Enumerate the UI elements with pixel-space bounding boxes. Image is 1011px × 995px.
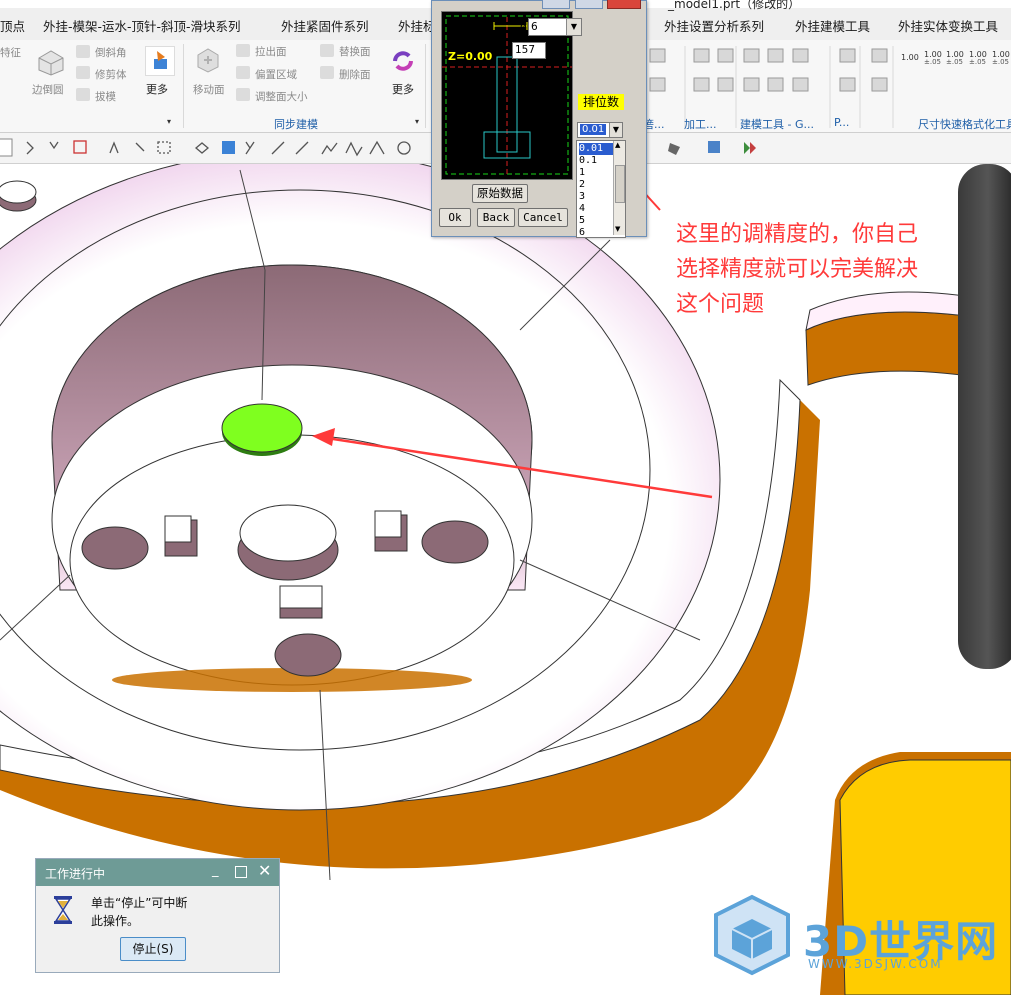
group-label-modeling-tools: 建模工具 - G... [740,118,814,131]
more-features-label[interactable]: 更多 [146,81,168,97]
chevron-down-icon[interactable]: ▼ [566,19,581,35]
original-data-button[interactable]: 原始数据 [472,184,528,203]
diameter-symbol: ø [520,20,527,33]
tab-vertex[interactable]: 顶点 [0,16,25,35]
offset-region-icon[interactable] [236,66,250,79]
progress-message-line: 此操作。 [91,914,140,928]
trim-body-icon[interactable] [76,66,90,79]
minimize-icon[interactable]: _ [212,863,219,878]
expand-arrow-icon[interactable]: ▾ [415,117,419,126]
dim-format-tolerance: ±.05 [969,58,986,66]
maximize-button[interactable] [575,0,603,9]
dimension-value-field[interactable]: 157 [512,42,546,59]
pull-face-icon[interactable] [236,44,250,57]
resize-face-label[interactable]: 调整面大小 [255,89,308,104]
precision-selected: 0.01 [580,124,607,135]
tab-mold-base-series[interactable]: 外挂-模架-运水-顶针-斜顶-滑块系列 [43,16,241,35]
tab-fastener-series[interactable]: 外挂紧固件系列 [281,16,369,35]
close-button[interactable] [607,0,641,9]
more-sync-label[interactable]: 更多 [392,81,414,97]
replace-face-icon[interactable] [320,44,334,57]
replace-face-label[interactable]: 替换面 [339,44,371,59]
ok-button[interactable]: Ok [439,208,471,227]
z-level-label: Z=0.00 [448,50,493,63]
move-face-label[interactable]: 移动面 [193,82,225,97]
pull-face-label[interactable]: 拉出面 [255,44,287,59]
dropdown-scrollbar[interactable]: ▲ ▼ [613,141,625,235]
chamfer-label[interactable]: 倒斜角 [95,45,127,60]
dim-format-tolerance: ±.05 [946,58,963,66]
dim-format-tolerance: ±.05 [992,58,1009,66]
annotation-line: 这里的调精度的，你自己 [676,222,919,247]
delete-face-label[interactable]: 删除面 [339,67,371,82]
dim-format-value[interactable]: 1.00 [901,53,919,62]
precision-dropdown-list[interactable]: 0.01 0.1 1 2 3 4 5 6 ▲ ▼ [576,140,626,238]
scroll-up-icon[interactable]: ▲ [615,141,620,149]
maximize-icon[interactable] [235,866,247,878]
dimension-dialog: Z=0.00 ø 6 ▼ 157 排位数 0.01 ▼ 0.01 0.1 1 2… [431,0,647,238]
sync-modeling-group-label: 同步建模 [274,118,318,131]
dim-format-tolerance: ±.05 [924,58,941,66]
ribbon-separator [183,44,184,128]
chamfer-icon[interactable] [76,45,90,58]
annotation-note: 这里的调精度的，你自己 选择精度就可以完美解决 这个问题 [676,217,1006,322]
tab-modeling-tools[interactable]: 外挂建模工具 [795,16,870,35]
offset-region-label[interactable]: 偏置区域 [255,67,297,82]
work-in-progress-dialog: 工作进行中 _ ✕ 单击“停止”可中断 此操作。 停止(S) [35,858,280,973]
tab-solid-transform-tools[interactable]: 外挂实体变换工具 [898,16,998,35]
expand-arrow-icon[interactable]: ▾ [167,117,171,126]
ribbon-separator [425,44,426,128]
back-button[interactable]: Back [477,208,515,227]
group-label-dim-format-tools: 尺寸快速格式化工具 [918,118,1011,131]
more-sync-icon[interactable] [389,48,417,74]
scroll-down-icon[interactable]: ▼ [615,225,620,233]
progress-message: 单击“停止”可中断 此操作。 [91,894,261,930]
feature-label[interactable]: 特征 [0,45,21,60]
group-label-p: P... [834,116,850,129]
digits-value: 6 [531,21,538,33]
watermark-cube-logo [710,893,794,977]
sort-digits-label: 排位数 [578,94,624,110]
stop-button[interactable]: 停止(S) [120,937,186,961]
annotation-line: 这个问题 [676,292,765,317]
more-features-icon[interactable] [145,46,175,76]
tab-standard-series[interactable]: 外挂标 [398,16,436,35]
precision-select[interactable]: 0.01 ▼ [577,122,623,138]
trim-body-label[interactable]: 修剪体 [95,67,127,82]
hourglass-icon [52,895,74,925]
group-label-machining: 加工... [684,118,717,131]
watermark-url: WWW.3DSJW.COM [808,957,943,971]
window-title: _model1.prt（修改的） [668,0,801,11]
edge-blend-icon[interactable] [36,48,66,76]
progress-message-line: 单击“停止”可中断 [91,896,188,910]
minimize-button[interactable] [542,0,570,9]
edge-blend-label[interactable]: 边倒圆 [32,82,64,97]
dialog-title: 工作进行中 [45,867,106,881]
resize-face-icon[interactable] [236,88,250,101]
dialog-titlebar[interactable]: 工作进行中 _ ✕ [36,859,279,886]
close-icon[interactable]: ✕ [258,861,271,880]
scrollbar-thumb[interactable] [615,165,625,203]
move-face-icon[interactable] [193,45,223,75]
annotation-line: 选择精度就可以完美解决 [676,257,919,282]
digits-select[interactable]: 6 ▼ [528,18,582,36]
cancel-button[interactable]: Cancel [518,208,568,227]
dimension-preview: Z=0.00 [441,11,573,180]
chevron-down-icon[interactable]: ▼ [609,123,622,137]
delete-face-icon[interactable] [320,66,334,79]
draft-label[interactable]: 拔模 [95,89,116,104]
draft-icon[interactable] [76,88,90,101]
tab-settings-analysis-series[interactable]: 外挂设置分析系列 [664,16,764,35]
